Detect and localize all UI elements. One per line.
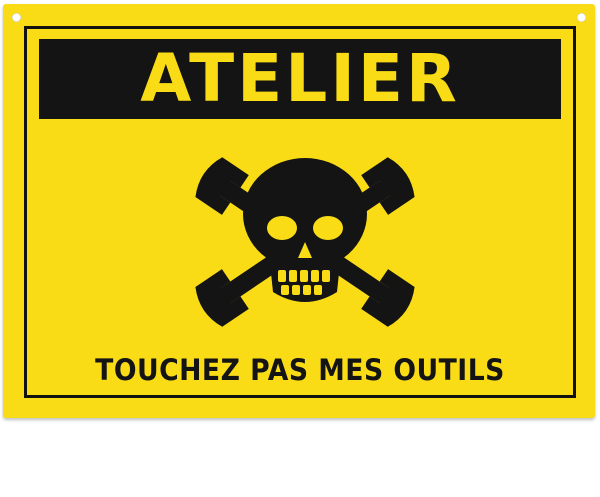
mounting-hole-right [577,13,586,22]
title-banner: ATELIER [39,39,561,119]
warning-sign: ATELIER TOUCHEZ PAS MES OUTILS [3,4,595,418]
skull-and-crossed-wrenches-icon [195,157,415,327]
sign-title: ATELIER [140,40,460,117]
sign-caption: TOUCHEZ PAS MES OUTILS [95,353,505,387]
sign-border: ATELIER TOUCHEZ PAS MES OUTILS [24,26,576,398]
mounting-hole-left [12,13,21,22]
